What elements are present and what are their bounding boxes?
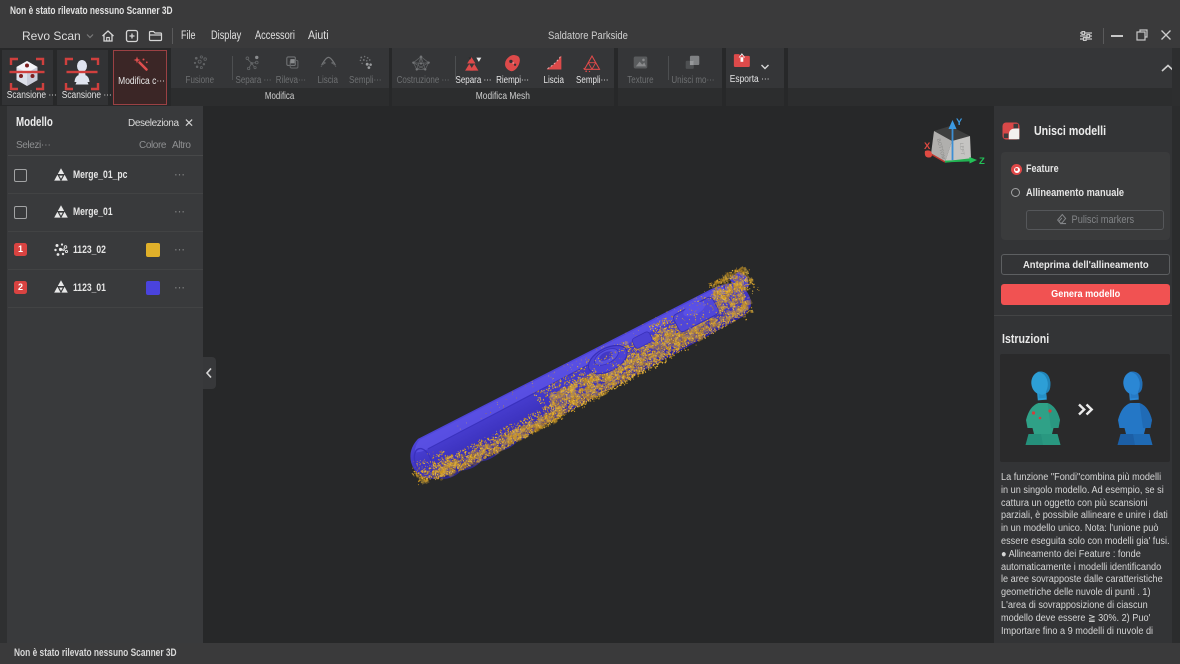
svg-text:Z: Z [979,156,985,167]
svg-text:X: X [924,141,931,152]
svg-text:Y: Y [956,117,963,128]
svg-text:LEFT: LEFT [958,143,965,156]
